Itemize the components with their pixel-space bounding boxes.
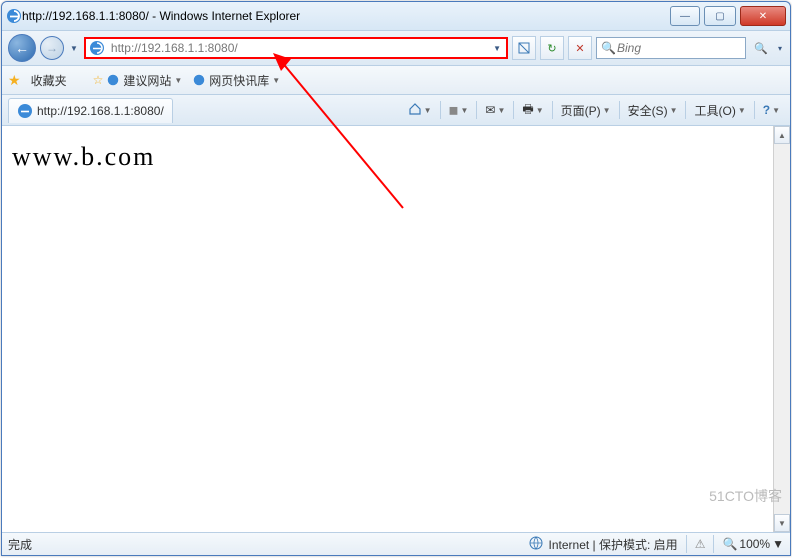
minimize-button[interactable]: — bbox=[670, 6, 700, 26]
home-button[interactable]: ▼ bbox=[404, 100, 436, 121]
separator bbox=[713, 535, 714, 553]
chevron-down-icon: ▼ bbox=[272, 76, 280, 85]
search-box[interactable]: 🔍 bbox=[596, 37, 746, 59]
maximize-button[interactable]: ▢ bbox=[704, 6, 736, 26]
separator bbox=[476, 101, 477, 119]
scroll-up-button[interactable]: ▲ bbox=[774, 126, 790, 144]
forward-button[interactable]: → bbox=[40, 36, 64, 60]
zoom-level: 100% bbox=[739, 537, 770, 551]
nav-bar: ← → ▼ ▼ ↻ ✕ 🔍 🔍 ▾ bbox=[2, 31, 790, 66]
address-bar[interactable]: ▼ bbox=[84, 37, 508, 59]
search-go-button[interactable]: 🔍 bbox=[750, 37, 772, 59]
home-icon bbox=[408, 102, 422, 119]
zoom-icon: 🔍 bbox=[722, 537, 737, 551]
favorites-bar: ★ 收藏夹 ☆ 建议网站 ▼ 网页快讯库 ▼ bbox=[2, 66, 790, 95]
chevron-down-icon: ▼ bbox=[738, 106, 746, 115]
watermark-text: 51CTO博客 bbox=[709, 486, 782, 506]
ie-icon bbox=[6, 8, 22, 24]
ie-window: http://192.168.1.1:8080/ - Windows Inter… bbox=[1, 1, 791, 556]
rss-icon: ◼ bbox=[449, 103, 459, 117]
help-button[interactable]: ? ▼ bbox=[759, 101, 784, 119]
page-content: www.b.com ▲ ▼ 51CTO博客 bbox=[2, 126, 790, 532]
mail-icon: ✉ bbox=[485, 103, 495, 117]
fav-webslice[interactable]: 网页快讯库 ▼ bbox=[192, 72, 280, 89]
search-icon: 🔍 bbox=[601, 41, 615, 55]
chevron-down-icon: ▼ bbox=[772, 537, 784, 551]
tab-title: http://192.168.1.1:8080/ bbox=[37, 104, 164, 118]
separator bbox=[686, 535, 687, 553]
tools-menu[interactable]: 工具(O) ▼ bbox=[690, 100, 749, 121]
page-menu[interactable]: 页面(P) ▼ bbox=[557, 100, 615, 121]
menu-label: 安全(S) bbox=[628, 102, 668, 119]
separator bbox=[754, 101, 755, 119]
chevron-down-icon: ▼ bbox=[174, 76, 182, 85]
chevron-down-icon: ▼ bbox=[603, 106, 611, 115]
status-text: 完成 bbox=[8, 536, 32, 553]
safety-menu[interactable]: 安全(S) ▼ bbox=[624, 100, 682, 121]
page-icon bbox=[89, 40, 105, 56]
back-button[interactable]: ← bbox=[8, 34, 36, 62]
tab-bar: http://192.168.1.1:8080/ ▼ ◼ ▼ ✉ ▼ 🖶 bbox=[2, 95, 790, 126]
print-icon: 🖶 bbox=[522, 100, 533, 121]
menu-label: 页面(P) bbox=[561, 102, 601, 119]
globe-icon bbox=[529, 536, 543, 553]
compat-view-button[interactable] bbox=[512, 36, 536, 60]
nav-history-dropdown[interactable]: ▼ bbox=[68, 44, 80, 53]
search-provider-dropdown[interactable]: ▾ bbox=[776, 44, 784, 53]
separator bbox=[685, 101, 686, 119]
help-icon: ? bbox=[763, 103, 770, 117]
browser-tab[interactable]: http://192.168.1.1:8080/ bbox=[8, 98, 173, 123]
command-bar: ▼ ◼ ▼ ✉ ▼ 🖶 ▼ 页面(P) ▼ bbox=[404, 98, 784, 123]
menu-label: 工具(O) bbox=[694, 102, 735, 119]
ie-icon bbox=[106, 73, 120, 87]
chevron-down-icon: ▼ bbox=[497, 106, 505, 115]
separator bbox=[619, 101, 620, 119]
chevron-down-icon: ▼ bbox=[460, 106, 468, 115]
security-zone-text: Internet | 保护模式: 启用 bbox=[549, 536, 678, 553]
scroll-down-button[interactable]: ▼ bbox=[774, 514, 790, 532]
separator bbox=[440, 101, 441, 119]
fav-link-label: 网页快讯库 bbox=[209, 72, 269, 89]
favorites-star-icon[interactable]: ★ bbox=[8, 72, 21, 89]
vertical-scrollbar[interactable]: ▲ ▼ bbox=[773, 126, 790, 532]
fav-link-label: 建议网站 bbox=[123, 72, 171, 89]
close-button[interactable]: ✕ bbox=[740, 6, 786, 26]
feeds-button[interactable]: ◼ ▼ bbox=[445, 101, 473, 119]
protected-mode-icon: ⚠ bbox=[695, 537, 706, 551]
fav-suggested-sites[interactable]: ☆ 建议网站 ▼ bbox=[93, 72, 183, 89]
read-mail-button[interactable]: ✉ ▼ bbox=[481, 101, 509, 119]
separator bbox=[513, 101, 514, 119]
favorites-label[interactable]: 收藏夹 bbox=[31, 72, 67, 89]
url-input[interactable] bbox=[109, 40, 491, 56]
ie-icon bbox=[192, 73, 206, 87]
chevron-down-icon: ▼ bbox=[424, 106, 432, 115]
url-dropdown-icon[interactable]: ▼ bbox=[491, 44, 503, 53]
stop-button[interactable]: ✕ bbox=[568, 36, 592, 60]
chevron-down-icon: ▼ bbox=[772, 106, 780, 115]
page-body-text: www.b.com bbox=[2, 126, 790, 188]
window-title: http://192.168.1.1:8080/ - Windows Inter… bbox=[22, 9, 670, 23]
tab-icon bbox=[17, 103, 33, 119]
status-bar: 完成 Internet | 保护模式: 启用 ⚠ 🔍 100% ▼ bbox=[2, 532, 790, 555]
window-buttons: — ▢ ✕ bbox=[670, 6, 786, 26]
chevron-down-icon: ▼ bbox=[536, 106, 544, 115]
titlebar: http://192.168.1.1:8080/ - Windows Inter… bbox=[2, 2, 790, 31]
separator bbox=[552, 101, 553, 119]
zoom-control[interactable]: 🔍 100% ▼ bbox=[722, 537, 784, 551]
print-button[interactable]: 🖶 ▼ bbox=[518, 98, 547, 123]
refresh-button[interactable]: ↻ bbox=[540, 36, 564, 60]
chevron-down-icon: ▼ bbox=[670, 106, 678, 115]
